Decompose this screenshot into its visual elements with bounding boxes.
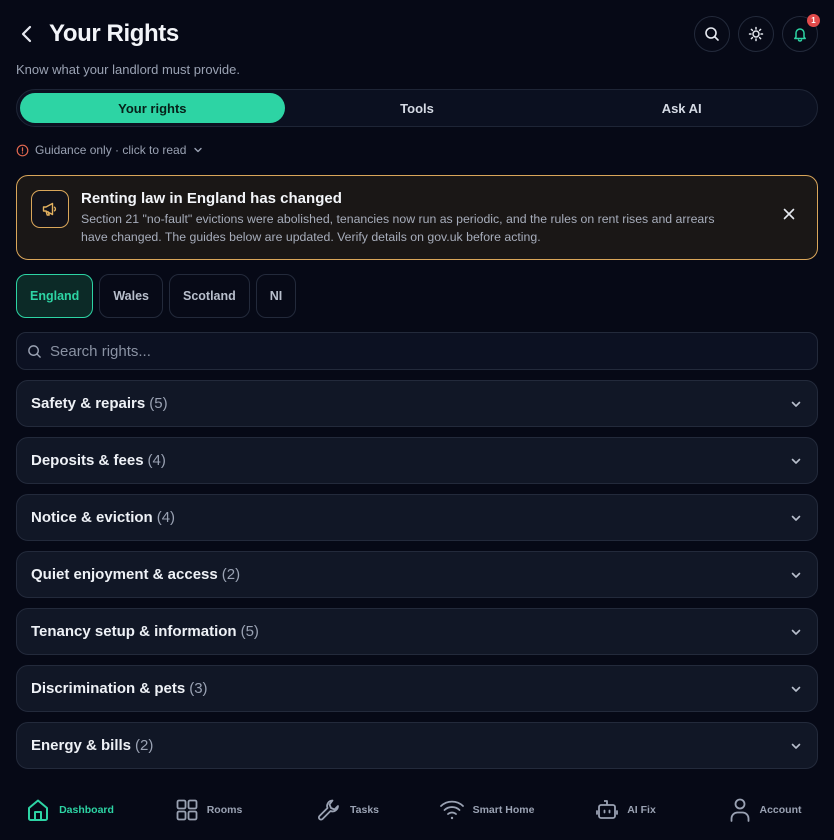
header-actions: 1 [694,14,820,52]
page-title: Your Rights [49,20,179,47]
category-count: (5) [149,395,168,412]
tab-tools[interactable]: Tools [285,93,550,123]
nav-tasks[interactable]: Tasks [278,797,417,823]
nav-ai-fix[interactable]: AI Fix [556,798,695,822]
back-button[interactable] [16,22,38,46]
banner-body: Renting law in England has changed Secti… [81,190,741,245]
category-name: Notice & eviction [31,509,153,526]
nav-account[interactable]: Account [695,797,834,823]
megaphone-icon [42,202,57,216]
category-count: (2) [135,737,154,754]
category-count: (2) [221,566,241,583]
category-energy-bills[interactable]: Energy & bills (2) [16,722,818,769]
search-button[interactable] [694,16,730,52]
banner-close-button[interactable] [779,204,799,224]
category-name: Energy & bills [31,737,132,754]
category-count: (4) [156,509,176,526]
guidance-label: Guidance only · click to read [35,143,187,157]
region-england[interactable]: England [16,274,94,318]
chevron-down-icon [789,397,803,411]
bottom-nav: Dashboard Rooms Tasks Smart Home AI Fix … [0,780,834,840]
home-icon [28,799,49,821]
chevron-down-icon [194,147,203,153]
nav-label: Account [759,804,802,816]
nav-label: Tasks [350,804,379,816]
category-name: Deposits & fees [31,452,144,469]
robot-icon [596,800,619,819]
search-input[interactable] [50,342,790,360]
user-icon [730,798,749,822]
chevron-down-icon [789,625,803,639]
chevron-down-icon [789,454,803,468]
nav-dashboard[interactable]: Dashboard [0,797,139,823]
banner-title: Renting law in England has changed [81,190,342,207]
category-discrimination-pets[interactable]: Discrimination & pets (3) [16,665,818,712]
region-scotland[interactable]: Scotland [168,274,250,318]
category-notice-eviction[interactable]: Notice & eviction (4) [16,494,818,541]
nav-label: Rooms [206,804,243,816]
theme-toggle-button[interactable] [738,16,774,52]
region-selector: England Wales Scotland NI [16,274,297,318]
category-safety-repairs[interactable]: Safety & repairs (5) [16,380,818,427]
category-count: (5) [240,623,259,640]
banner-icon-box [31,190,69,228]
grid-icon [176,799,198,821]
chevron-down-icon [789,568,803,582]
banner-text: Section 21 "no-fault" evictions were abo… [81,212,715,244]
notification-badge: 1 [807,14,820,27]
notifications-button[interactable]: 1 [782,14,820,52]
category-deposits-fees[interactable]: Deposits & fees (4) [16,437,818,484]
wifi-icon [439,800,464,820]
app-header: Your Rights 1 [16,14,820,52]
sun-icon [748,26,764,42]
category-quiet-enjoyment[interactable]: Quiet enjoyment & access (2) [16,551,818,598]
close-icon [783,208,795,220]
nav-label: Dashboard [59,804,114,816]
chevron-down-icon [789,682,803,696]
nav-label: Smart Home [472,804,535,816]
category-count: (4) [147,452,166,469]
category-name: Safety & repairs [31,395,146,412]
tab-ask-ai[interactable]: Ask AI [549,93,814,123]
guidance-disclosure[interactable]: Guidance only · click to read [16,143,204,157]
search-bar [16,332,818,370]
category-name: Discrimination & pets [31,680,186,697]
nav-rooms[interactable]: Rooms [139,798,278,822]
chevron-down-icon [789,511,803,525]
wrench-icon [318,799,339,821]
region-wales[interactable]: Wales [99,274,163,318]
chevron-left-icon [21,25,32,43]
law-change-banner: Renting law in England has changed Secti… [16,175,818,260]
nav-label: AI Fix [627,804,656,816]
nav-smart-home[interactable]: Smart Home [417,799,556,821]
category-tenancy-setup[interactable]: Tenancy setup & information (5) [16,608,818,655]
tab-your-rights[interactable]: Your rights [20,93,285,123]
search-icon [28,344,41,358]
chevron-down-icon [789,739,803,753]
category-name: Tenancy setup & information [31,623,237,640]
category-count: (3) [189,680,208,697]
info-alert-icon [16,144,29,156]
section-tabs: Your rights Tools Ask AI [16,89,818,127]
region-ni[interactable]: NI [255,274,297,318]
page-subtitle: Know what your landlord must provide. [16,62,241,77]
bell-icon [794,28,806,42]
category-name: Quiet enjoyment & access [31,566,218,583]
rights-categories: Safety & repairs (5) Deposits & fees (4)… [16,380,818,779]
search-icon [705,27,719,41]
